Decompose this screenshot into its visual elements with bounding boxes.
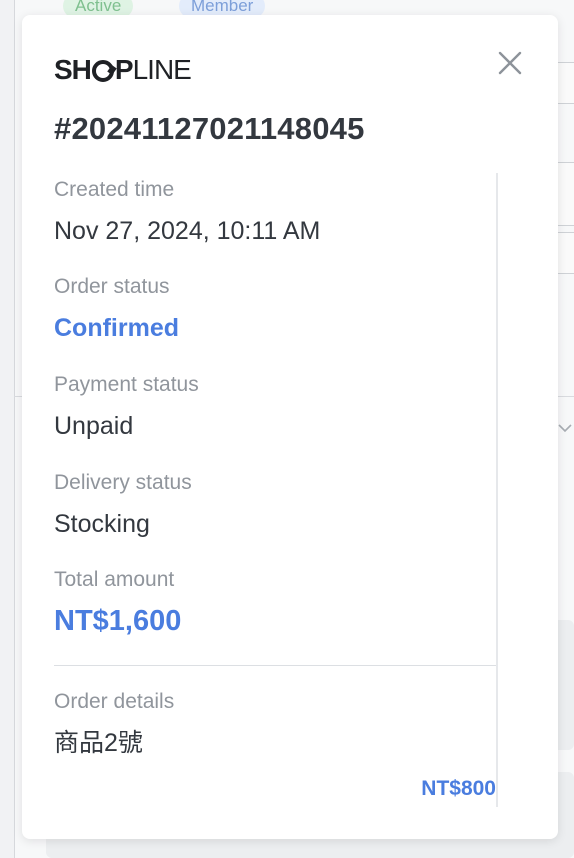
field-label: Payment status (54, 373, 199, 396)
field-label: Total amount (54, 568, 175, 591)
background-field (557, 162, 574, 226)
delivery-status-value: Stocking (54, 510, 150, 538)
order-details-scroll-area[interactable]: Created time Nov 27, 2024, 10:11 AM Orde… (54, 173, 496, 809)
scrollbar[interactable] (496, 173, 498, 807)
field-label: Order status (54, 275, 170, 298)
background-field (557, 232, 574, 274)
order-number: #20241127021148045 (54, 111, 365, 146)
order-status-field: Order status Confirmed (54, 274, 179, 344)
created-time-value: Nov 27, 2024, 10:11 AM (54, 217, 321, 245)
logo-o-mark (91, 60, 114, 82)
close-icon (498, 51, 522, 75)
section-divider (54, 665, 496, 666)
created-time-field: Created time Nov 27, 2024, 10:11 AM (54, 177, 320, 247)
order-details-field: Order details 商品2號 (54, 689, 174, 759)
background-field (557, 62, 574, 104)
close-button[interactable] (496, 49, 524, 77)
field-label: Order details (54, 690, 175, 713)
payment-status-value: Unpaid (54, 412, 134, 440)
field-label: Created time (54, 178, 175, 201)
total-amount-field: Total amount NT$1,600 (54, 567, 181, 637)
order-summary-modal: SH P LINE #20241127021148045 Created tim… (22, 15, 558, 839)
item-name: 商品2號 (54, 729, 143, 757)
delivery-status-field: Delivery status Stocking (54, 470, 192, 540)
shopline-logo: SH P LINE (54, 54, 192, 85)
order-status-value: Confirmed (54, 314, 179, 342)
field-label: Delivery status (54, 471, 192, 494)
item-price: NT$800 (421, 777, 496, 800)
chevron-down-icon (557, 420, 572, 434)
payment-status-field: Payment status Unpaid (54, 372, 199, 442)
total-amount-value: NT$1,600 (54, 605, 182, 637)
